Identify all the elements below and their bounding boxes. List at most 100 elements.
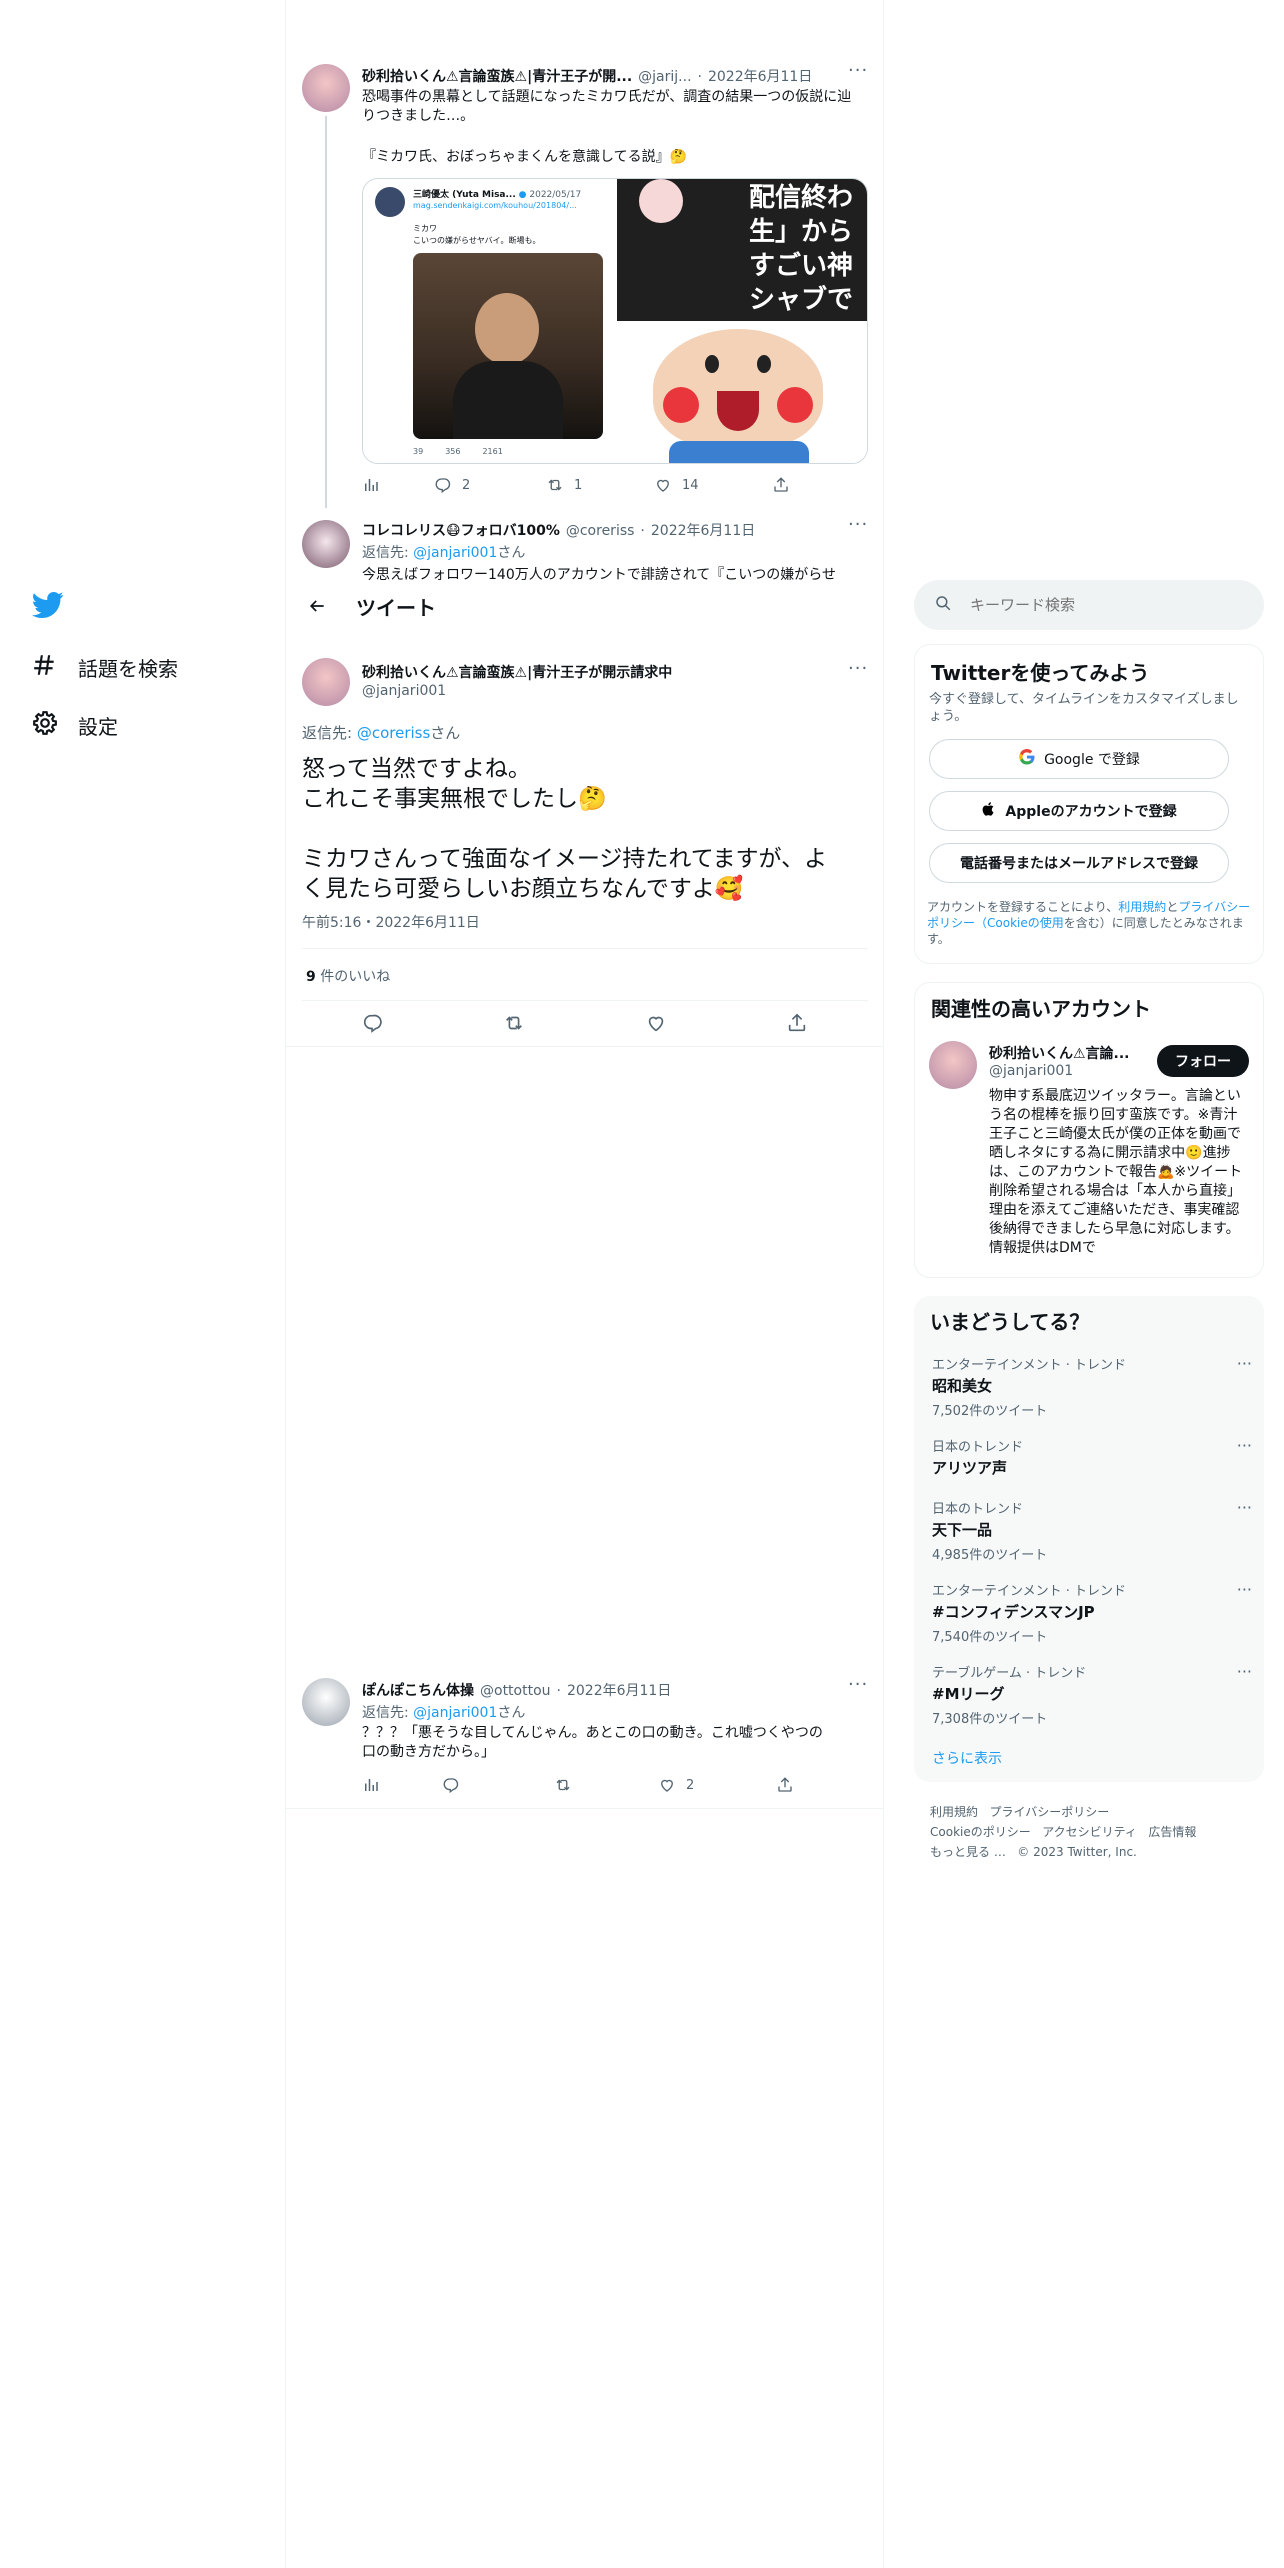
related-account-handle[interactable]: @janjari001	[989, 1063, 1073, 1079]
reply-icon	[435, 478, 451, 494]
tweet-date[interactable]: 2022年6月11日	[651, 520, 755, 540]
heart-icon	[657, 479, 669, 492]
share-button[interactable]	[772, 476, 790, 494]
avatar	[375, 187, 405, 217]
more-options-icon[interactable]: ···	[1237, 1436, 1252, 1455]
author-handle[interactable]: @ottottou	[480, 1683, 551, 1699]
trend-item[interactable]: 日本のトレンド 天下一品 4,985件のツイート ···	[932, 1498, 1252, 1563]
face-shape	[475, 293, 539, 365]
google-signup-button[interactable]: Google で登録	[929, 739, 1229, 779]
trend-item[interactable]: 日本のトレンド アリツア声 ···	[932, 1436, 1252, 1478]
author-name[interactable]: ぽんぽこちん体操	[362, 1680, 474, 1700]
likes-summary[interactable]: 9 件のいいね	[306, 966, 390, 986]
footer-link[interactable]: Cookieのポリシー	[930, 1825, 1031, 1839]
trend-item[interactable]: テーブルゲーム · トレンド #Mリーグ 7,308件のツイート ···	[932, 1662, 1252, 1727]
search-bar[interactable]	[914, 580, 1264, 630]
cartoon-thumb	[639, 179, 683, 223]
retweet-icon[interactable]	[503, 1012, 525, 1038]
more-options-icon[interactable]: ···	[848, 514, 868, 535]
author-handle[interactable]: @janjari001	[362, 683, 446, 699]
like-button[interactable]: 2	[658, 1776, 776, 1794]
terms-link[interactable]: 利用規約	[1118, 900, 1166, 914]
nav-explore[interactable]: 話題を検索	[32, 652, 178, 683]
google-icon	[1018, 748, 1036, 770]
cartoon-face	[653, 329, 823, 449]
footer-link[interactable]: プライバシーポリシー	[989, 1805, 1109, 1819]
body-shape	[453, 361, 563, 439]
retweet-button[interactable]: 1	[546, 476, 654, 494]
author-handle[interactable]: @jarij...	[638, 69, 691, 85]
show-more-link[interactable]: さらに表示	[932, 1748, 1002, 1768]
tweet-timestamp[interactable]: 午前5:16・2022年6月11日	[302, 912, 480, 932]
trend-category: 日本のトレンド	[932, 1440, 1024, 1455]
embedded-tweet-image: 三崎優太 (Yuta Misa... ● 2022/05/17 mag.send…	[363, 179, 615, 463]
footer-link[interactable]: 広告情報	[1148, 1825, 1196, 1839]
footer-link[interactable]: アクセシビリティ	[1042, 1825, 1137, 1839]
cartoon-cheek	[663, 387, 699, 423]
back-arrow-icon[interactable]	[300, 589, 334, 623]
views-button[interactable]	[362, 1776, 442, 1794]
share-button[interactable]	[776, 1776, 794, 1794]
cartoon-body	[669, 441, 809, 463]
divider	[286, 1046, 883, 1047]
avatar[interactable]	[929, 1041, 977, 1089]
more-options-icon[interactable]: ···	[848, 60, 868, 81]
author-name[interactable]: コレコレリス😷フォロバ100%	[362, 520, 560, 540]
reply-mention-link[interactable]: @janjari001	[413, 545, 497, 561]
copyright: © 2023 Twitter, Inc.	[1017, 1845, 1137, 1859]
tweet-date[interactable]: 2022年6月11日	[567, 1680, 671, 1700]
tweet-media[interactable]: 三崎優太 (Yuta Misa... ● 2022/05/17 mag.send…	[362, 178, 868, 464]
cartoon-mouth	[717, 391, 759, 431]
heart-icon[interactable]	[645, 1012, 667, 1038]
reply-icon[interactable]	[362, 1012, 384, 1038]
separator-dot: ·	[697, 69, 702, 85]
embed-retweets: 356	[445, 447, 461, 456]
twitter-logo-icon[interactable]	[31, 588, 64, 620]
main-tweet-actions	[302, 1012, 868, 1038]
avatar[interactable]	[302, 658, 350, 706]
reply-count: 2	[462, 477, 471, 493]
more-options-icon[interactable]: ···	[1237, 1498, 1252, 1517]
left-navigation: 話題を検索 設定	[0, 0, 286, 2568]
reply-button[interactable]: 2	[434, 476, 546, 494]
embed-body: こいつの嫌がらせヤバイ。断場も。	[413, 236, 541, 245]
more-options-icon[interactable]: ···	[1237, 1580, 1252, 1599]
author-name[interactable]: 砂利拾いくん⚠言論蛮族⚠|青汁王子が開...	[362, 66, 632, 86]
like-button[interactable]: 14	[654, 476, 772, 494]
more-options-icon[interactable]: ···	[848, 1674, 868, 1695]
reply-button[interactable]	[442, 1776, 554, 1794]
reply-mention-link[interactable]: @coreriss	[357, 724, 430, 742]
author-handle[interactable]: @coreriss	[566, 523, 635, 539]
trend-item[interactable]: エンターテインメント · トレンド #コンフィデンスマンJP 7,540件のツイ…	[932, 1580, 1252, 1645]
trend-item[interactable]: エンターテインメント · トレンド 昭和美女 7,502件のツイート ···	[932, 1354, 1252, 1419]
footer-link[interactable]: 利用規約	[930, 1805, 978, 1819]
nav-settings[interactable]: 設定	[32, 710, 118, 741]
like-count: 2	[686, 1777, 695, 1793]
more-options-icon[interactable]: ···	[1237, 1662, 1252, 1681]
avatar[interactable]	[302, 64, 350, 112]
phone-email-signup-label: 電話番号またはメールアドレスで登録	[960, 856, 1198, 872]
share-icon[interactable]	[786, 1012, 808, 1038]
phone-email-signup-button[interactable]: 電話番号またはメールアドレスで登録	[929, 843, 1229, 883]
author-name[interactable]: 砂利拾いくん⚠言論蛮族⚠|青汁王子が開示請求中	[362, 662, 672, 682]
signup-title: Twitterを使ってみよう	[931, 661, 1150, 685]
analytics-icon	[365, 479, 378, 491]
avatar[interactable]	[302, 520, 350, 568]
hashtag-icon	[32, 652, 58, 683]
avatar[interactable]	[302, 1678, 350, 1726]
reply-suffix: さん	[497, 545, 526, 561]
footer-more-link[interactable]: もっと見る …	[930, 1845, 1006, 1859]
follow-button[interactable]: フォロー	[1157, 1045, 1249, 1077]
retweet-button[interactable]	[554, 1776, 658, 1794]
more-options-icon[interactable]: ···	[1237, 1354, 1252, 1373]
search-input[interactable]	[970, 596, 1230, 614]
reply-mention-link[interactable]: @janjari001	[413, 1705, 497, 1721]
tweet-date[interactable]: 2022年6月11日	[708, 66, 812, 86]
related-account-name[interactable]: 砂利拾いくん⚠言論...	[989, 1043, 1130, 1063]
text-overlay-panel: 配信終わ 生」から すごい神 シャブで	[617, 179, 867, 321]
likes-count: 9	[306, 969, 316, 985]
views-button[interactable]	[362, 476, 434, 494]
more-options-icon[interactable]: ···	[848, 658, 868, 679]
apple-signup-button[interactable]: Appleのアカウントで登録	[929, 791, 1229, 831]
embed-url: mag.sendenkaigi.com/kouhou/201804/...	[413, 201, 577, 210]
